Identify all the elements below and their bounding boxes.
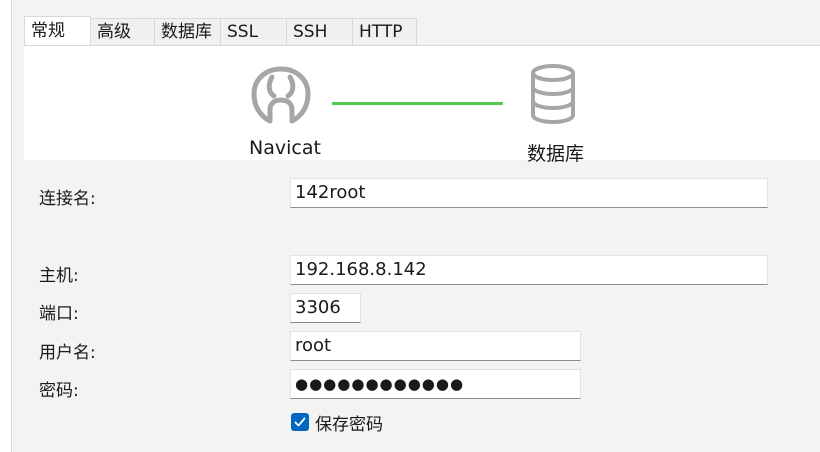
connection-dialog: 常规 高级 数据库 SSL SSH HTTP Navicat 数据库 连接名: … [0,0,820,452]
tab-general[interactable]: 常规 [24,16,91,45]
save-password-label: 保存密码 [315,414,383,435]
password-input[interactable]: ●●●●●●●●●●●● [290,369,581,399]
host-label: 主机: [39,266,79,286]
tab-advanced[interactable]: 高级 [91,18,155,45]
navicat-logo-icon [251,66,311,124]
navicat-label: Navicat [249,137,321,159]
username-label: 用户名: [39,343,96,363]
host-input[interactable]: 192.168.8.142 [290,255,768,285]
connection-banner: Navicat 数据库 [24,46,820,165]
connection-name-input[interactable]: 142root [290,178,768,208]
port-input[interactable]: 3306 [290,293,361,323]
tab-database[interactable]: 数据库 [155,18,221,45]
database-icon [531,64,575,124]
connection-line [332,102,503,105]
tab-http[interactable]: HTTP [353,18,417,45]
save-password-option[interactable]: 保存密码 [291,412,383,435]
save-password-checkbox[interactable] [291,413,309,431]
connection-name-label: 连接名: [39,189,96,209]
port-label: 端口: [39,304,79,324]
tab-ssl[interactable]: SSL [221,18,287,45]
checkmark-icon [294,417,306,427]
left-panel-edge [0,0,12,452]
username-input[interactable]: root [290,331,581,361]
database-label: 数据库 [527,143,585,165]
tab-ssh[interactable]: SSH [287,18,353,45]
password-label: 密码: [39,381,79,401]
tab-bar: 常规 高级 数据库 SSL SSH HTTP [24,16,417,45]
general-tab-panel: Navicat 数据库 连接名: 142root 主机: 192.168.8.1… [24,45,820,452]
